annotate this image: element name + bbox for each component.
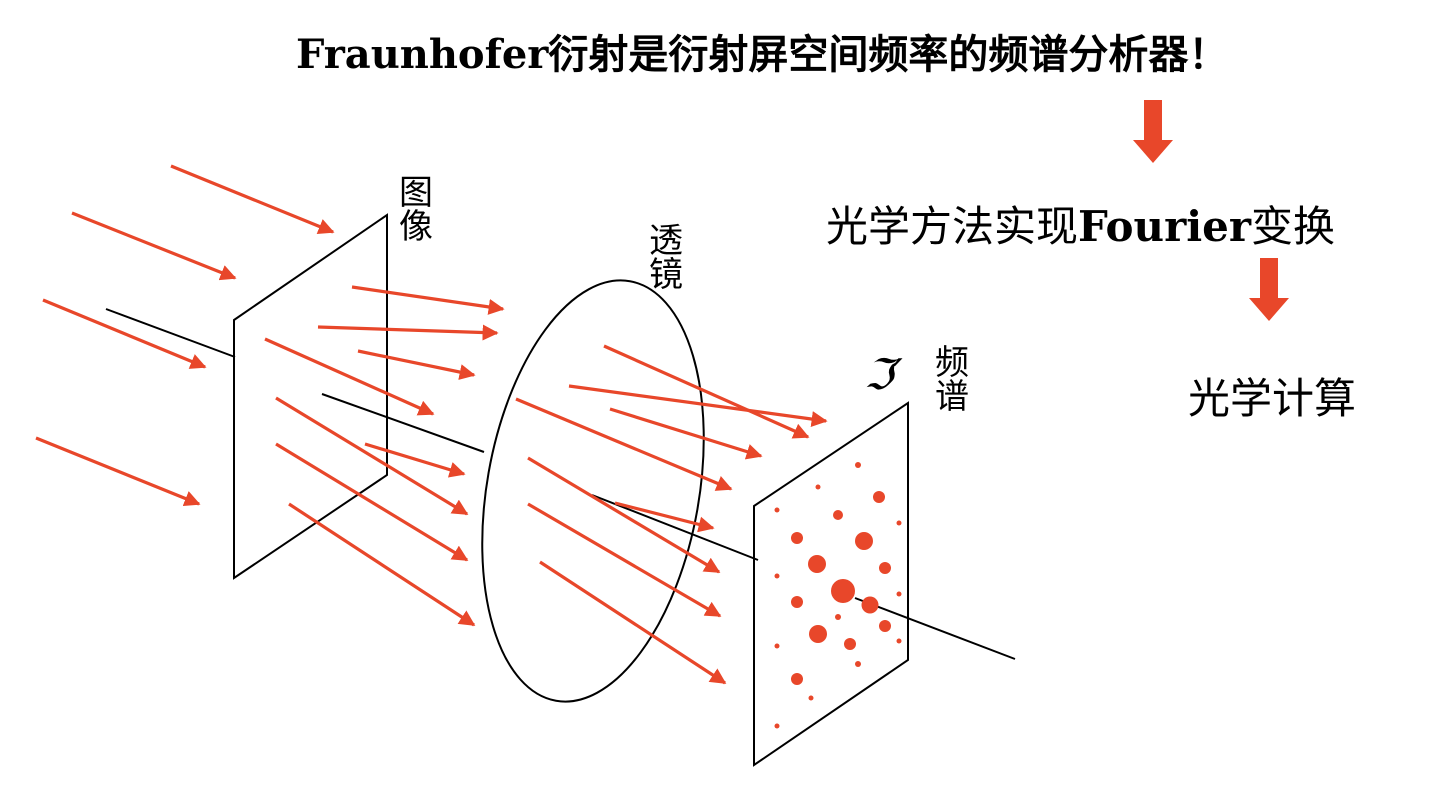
spectrum-dot	[808, 555, 826, 573]
spectrum-dot	[855, 462, 861, 468]
ray	[275, 396, 469, 516]
spectrum-dot	[831, 579, 855, 603]
spectrum-dot	[896, 638, 902, 644]
spectrum-dot	[835, 614, 841, 620]
spectrum-dot	[815, 484, 821, 490]
spectrum-dot	[896, 520, 902, 526]
down-arrow-icon	[1249, 258, 1289, 321]
ray	[568, 384, 828, 427]
spectrum-dot	[774, 573, 780, 579]
ray	[71, 211, 237, 281]
ray	[288, 502, 476, 627]
ray	[364, 442, 466, 478]
ray	[317, 324, 499, 341]
ray	[35, 436, 201, 507]
spectrum-dot	[774, 507, 780, 513]
spectrum-dot	[808, 695, 814, 701]
ray	[42, 298, 207, 369]
spectrum-dot	[791, 673, 803, 685]
spectrum-dot	[774, 643, 780, 649]
spectrum-dot	[861, 596, 879, 614]
spectrum-plane	[753, 401, 909, 767]
spectrum-dot	[896, 591, 902, 597]
down-arrow-icon	[1133, 100, 1173, 163]
spectrum-dot	[855, 532, 873, 550]
spectrum-dot	[833, 510, 843, 520]
optics-diagram	[35, 100, 1289, 767]
ray	[170, 164, 335, 234]
ray	[527, 456, 721, 574]
spectrum-dots	[774, 462, 902, 729]
ray	[275, 442, 469, 562]
spectrum-dot	[809, 625, 827, 643]
ray	[357, 349, 476, 380]
spectrum-dot	[791, 532, 803, 544]
spectrum-dot	[791, 596, 803, 608]
optical-axis	[321, 393, 485, 453]
spectrum-dot	[774, 723, 780, 729]
spectrum-dot	[879, 562, 891, 574]
spectrum-dot	[873, 491, 885, 503]
ray	[603, 344, 810, 439]
optical-axis	[854, 597, 1016, 660]
lens	[481, 279, 705, 703]
spectrum-dot	[855, 661, 861, 667]
image-plane	[233, 213, 388, 580]
ray	[539, 560, 727, 685]
spectrum-dot	[879, 620, 891, 632]
light-rays	[35, 164, 828, 685]
spectrum-dot	[844, 638, 856, 650]
ray	[351, 285, 505, 315]
